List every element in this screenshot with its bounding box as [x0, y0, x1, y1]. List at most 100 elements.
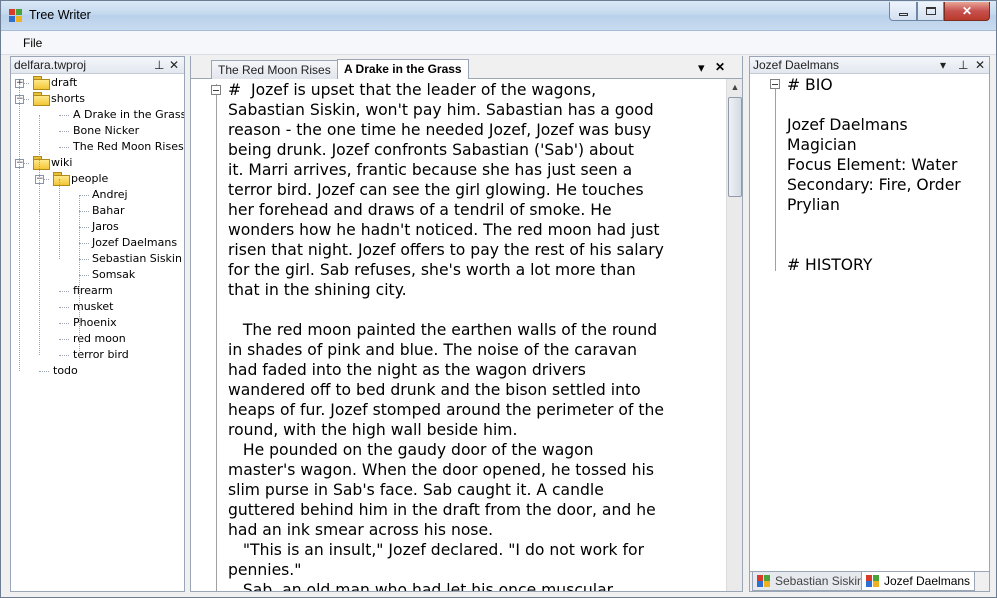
tree-connector-line: [59, 339, 69, 340]
fold-collapse-icon[interactable]: [211, 85, 221, 95]
notes-line: # HISTORY: [787, 256, 873, 274]
notes-pane: Jozef Daelmans ▾ ⊥ ✕ # BIO Jozef Daelman…: [749, 56, 990, 592]
menu-file[interactable]: File: [23, 36, 42, 50]
tab-label: Jozef Daelmans: [884, 574, 971, 588]
tree-connector-line: [39, 371, 49, 372]
tree-connector-line: [79, 259, 89, 260]
notes-line: Magician: [787, 136, 857, 154]
editor-scrollbar[interactable]: ▲: [726, 79, 742, 591]
folder-icon: [53, 172, 70, 186]
tab-the-red-moon-rises[interactable]: The Red Moon Rises: [211, 60, 338, 79]
fold-gutter: [216, 84, 217, 591]
tab-label: Sebastian Siskin: [775, 574, 864, 588]
notes-fold-gutter: [775, 81, 776, 271]
tree-connector-line: [79, 195, 80, 355]
editor-line: Sabastian Siskin, won't pay him. Sabasti…: [228, 101, 654, 119]
notes-line: [787, 95, 987, 115]
notes-line: Secondary: Fire, Order: [787, 176, 961, 194]
folder-icon: [33, 76, 50, 90]
editor-line: Sab, an old man who had let his once mus…: [228, 581, 614, 592]
tab-list-dropdown-icon[interactable]: ▾: [698, 60, 705, 76]
editor-line: slim purse in Sab's face. Sab caught it.…: [228, 481, 604, 499]
tree-item-label: A Drake in the Grass: [73, 108, 185, 121]
maximize-button[interactable]: [917, 2, 944, 21]
tree-item-todo[interactable]: todo: [53, 363, 78, 379]
tree-item-jaros[interactable]: Jaros: [92, 219, 119, 235]
tree-item-a-drake-in-the-grass[interactable]: A Drake in the Grass: [73, 107, 185, 123]
folder-icon: [33, 92, 50, 106]
project-pane: delfara.twproj ⊥ ✕ draft + shorts − A Drake …: [10, 56, 185, 592]
tree-item-label: red moon: [73, 332, 126, 345]
tree-item-bone-nicker[interactable]: Bone Nicker: [73, 123, 139, 139]
tree-item-bahar[interactable]: Bahar: [92, 203, 125, 219]
tab-a-drake-in-the-grass[interactable]: A Drake in the Grass: [337, 59, 469, 79]
notes-line: Focus Element: Water: [787, 156, 958, 174]
tree-connector-line: [79, 243, 89, 244]
tree-folder-people[interactable]: people: [53, 171, 108, 187]
editor-line: her forehead and draws of a tendril of s…: [228, 201, 612, 219]
notes-line: [787, 235, 987, 255]
tree-connector-line: [59, 355, 69, 356]
tree-connector-line: [19, 83, 20, 371]
project-pane-header: delfara.twproj ⊥ ✕: [11, 57, 184, 74]
scroll-thumb[interactable]: [728, 97, 742, 197]
tree-item-label: todo: [53, 364, 78, 377]
tree-item-label: wiki: [51, 156, 73, 169]
close-pane-icon[interactable]: ✕: [169, 58, 179, 72]
close-pane-icon[interactable]: ✕: [975, 58, 985, 72]
minimize-button[interactable]: [889, 2, 917, 21]
editor-line: master's wagon. When the door opened, he…: [228, 461, 654, 479]
document-tab-strip: The Red Moon Rises A Drake in the Grass …: [191, 56, 742, 79]
project-pane-title: delfara.twproj: [14, 58, 87, 72]
tree-item-red-moon[interactable]: red moon: [73, 331, 126, 347]
tree-connector-line: [39, 211, 40, 355]
title-bar[interactable]: Tree Writer ✕: [1, 1, 996, 31]
editor-line: The red moon painted the earthen walls o…: [228, 321, 658, 339]
editor-line: it. Marri arrives, frantic because she h…: [228, 161, 633, 179]
tree-connector-line: [59, 323, 69, 324]
editor-line: being drunk. Jozef confronts Sabastian (…: [228, 141, 635, 159]
tree-item-label: Jaros: [92, 220, 119, 233]
tab-jozef-daelmans[interactable]: Jozef Daelmans: [861, 572, 976, 591]
tree-item-somsak[interactable]: Somsak: [92, 267, 135, 283]
editor-line: # Jozef is upset that the leader of the …: [228, 81, 597, 99]
editor-line: terror bird. Jozef can see the girl glow…: [228, 181, 644, 199]
tree-item-terror-bird[interactable]: terror bird: [73, 347, 129, 363]
editor-line: risen that night. Jozef offers to pay th…: [228, 241, 664, 259]
editor-line: "This is an insult," Jozef declared. "I …: [228, 541, 644, 559]
window-title: Tree Writer: [29, 8, 91, 22]
pin-icon[interactable]: ⊥: [958, 58, 968, 72]
editor-text-area[interactable]: # Jozef is upset that the leader of the …: [228, 80, 726, 592]
tree-item-andrej[interactable]: Andrej: [92, 187, 128, 203]
tree-connector-line: [79, 211, 89, 212]
tree-item-label: Sebastian Siskin: [92, 252, 182, 265]
project-tree: draft + shorts − A Drake in the Grass Bone Ni…: [11, 75, 184, 591]
tree-connector-line: [59, 307, 69, 308]
tree-item-the-red-moon-rises[interactable]: The Red Moon Rises: [73, 139, 184, 155]
close-window-button[interactable]: ✕: [944, 2, 990, 21]
close-document-icon[interactable]: ✕: [715, 60, 725, 74]
editor-line: pennies.": [228, 561, 302, 579]
tree-folder-shorts[interactable]: shorts: [33, 91, 85, 107]
tree-item-sebastian-siskin[interactable]: Sebastian Siskin: [92, 251, 182, 267]
notes-text-area[interactable]: # BIO Jozef Daelmans Magician Focus Elemen…: [787, 75, 987, 275]
document-icon: [866, 575, 880, 587]
scroll-up-icon[interactable]: ▲: [727, 79, 742, 96]
editor-line: for the girl. Sab refuses, she's worth a…: [228, 261, 636, 279]
editor-line: guttered behind him in the draft from th…: [228, 501, 656, 519]
tree-item-label: Bone Nicker: [73, 124, 140, 137]
menu-bar: File: [1, 31, 996, 55]
editor-line: had faded into the night as the wagon dr…: [228, 361, 586, 379]
tab-sebastian-siskin[interactable]: Sebastian Siskin: [752, 572, 869, 591]
notes-line: Prylian: [787, 196, 840, 214]
tree-folder-draft[interactable]: draft: [33, 75, 77, 91]
tree-item-jozef-daelmans[interactable]: Jozef Daelmans: [92, 235, 177, 251]
tree-item-label: Somsak: [92, 268, 136, 281]
fold-collapse-icon[interactable]: [770, 79, 780, 89]
pin-icon[interactable]: ⊥: [154, 58, 164, 72]
pane-dropdown-icon[interactable]: ▾: [940, 58, 946, 72]
tree-connector-line: [59, 115, 69, 116]
editor-line: wonders how he hadn't noticed. The red m…: [228, 221, 660, 239]
tree-connector-line: [59, 179, 60, 259]
